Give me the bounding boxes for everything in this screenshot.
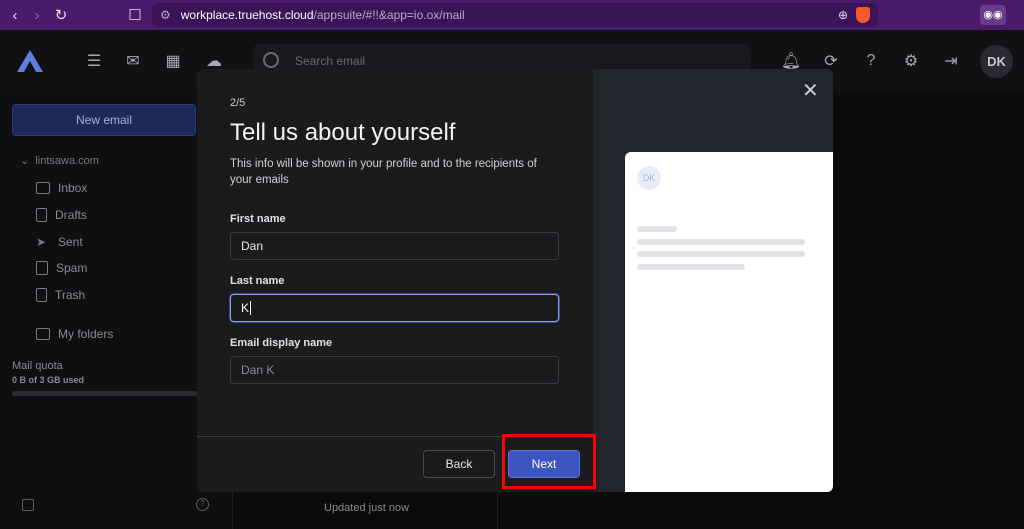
back-arrow-icon[interactable]: ‹ bbox=[4, 4, 26, 26]
drafts-icon bbox=[36, 208, 47, 222]
address-bar[interactable]: ⚙ workplace.truehost.cloud/appsuite/#!!&… bbox=[152, 3, 878, 27]
app-logo-icon[interactable] bbox=[15, 48, 45, 74]
preview-line bbox=[637, 264, 745, 270]
account-folder[interactable]: ⌄ lintsawa.com bbox=[20, 154, 99, 167]
dialog-form-pane: 2/5 Tell us about yourself This info wil… bbox=[197, 69, 593, 492]
onboarding-dialog: 2/5 Tell us about yourself This info wil… bbox=[197, 69, 833, 492]
toggle-sidebar-icon[interactable] bbox=[22, 499, 34, 511]
settings-icon[interactable]: ⚙ bbox=[900, 50, 922, 72]
sidebar-item-label: My folders bbox=[58, 327, 114, 341]
sidebar-item-drafts[interactable]: Drafts bbox=[36, 205, 87, 225]
display-name-label: Email display name bbox=[230, 337, 333, 349]
extension-icon[interactable]: ◉◉ bbox=[980, 5, 1006, 25]
help-icon[interactable]: ? bbox=[196, 498, 209, 511]
sidebar-item-label: Spam bbox=[56, 261, 88, 275]
search-placeholder: Search email bbox=[295, 54, 366, 68]
brave-shield-icon[interactable] bbox=[856, 7, 870, 23]
close-icon[interactable]: ✕ bbox=[802, 81, 819, 101]
next-button-highlight bbox=[502, 434, 596, 489]
preview-avatar: DK bbox=[637, 166, 661, 190]
display-name-field[interactable]: Dan K bbox=[230, 356, 559, 384]
browser-toolbar: ‹ › ↻ ☐ ⚙ workplace.truehost.cloud/appsu… bbox=[0, 0, 1024, 30]
step-indicator: 2/5 bbox=[230, 97, 246, 109]
search-icon bbox=[263, 52, 279, 68]
first-name-value: Dan bbox=[241, 239, 264, 253]
sidebar-item-my-folders[interactable]: My folders bbox=[36, 324, 113, 344]
trash-icon bbox=[36, 288, 47, 302]
profile-preview-card: DK bbox=[625, 152, 833, 492]
avatar[interactable]: DK bbox=[980, 45, 1013, 78]
url-host: workplace.truehost.cloud bbox=[180, 8, 314, 22]
new-email-button[interactable]: New email bbox=[12, 104, 196, 136]
folder-icon bbox=[36, 328, 50, 340]
account-label: lintsawa.com bbox=[35, 155, 99, 167]
dialog-description: This info will be shown in your profile … bbox=[230, 158, 537, 186]
site-settings-icon[interactable]: ⚙ bbox=[160, 8, 171, 22]
menu-icon[interactable]: ☰ bbox=[83, 50, 105, 72]
zoom-icon[interactable]: ⊕ bbox=[838, 8, 848, 22]
preview-line bbox=[637, 251, 805, 257]
profile-preview-pane: ✕ DK bbox=[593, 69, 833, 492]
url-path: /appsuite/#!!&app=io.ox/mail bbox=[313, 8, 465, 22]
first-name-label: First name bbox=[230, 213, 286, 225]
sidebar-item-label: Drafts bbox=[55, 208, 88, 222]
sidebar-item-spam[interactable]: Spam bbox=[36, 258, 87, 278]
reload-icon[interactable]: ↻ bbox=[50, 4, 72, 26]
quota-label: Mail quota bbox=[12, 360, 63, 372]
text-caret bbox=[250, 301, 252, 315]
calendar-icon[interactable]: ▦ bbox=[162, 50, 184, 72]
sidebar-item-trash[interactable]: Trash bbox=[36, 285, 85, 305]
inbox-icon bbox=[36, 182, 50, 194]
last-name-field[interactable]: K bbox=[230, 294, 559, 322]
mail-icon[interactable]: ✉ bbox=[122, 50, 144, 72]
logout-icon[interactable]: ⇥ bbox=[940, 50, 962, 72]
last-name-label: Last name bbox=[230, 275, 285, 287]
sidebar-item-label: Sent bbox=[58, 235, 83, 249]
forward-arrow-icon[interactable]: › bbox=[26, 4, 48, 26]
first-name-field[interactable]: Dan bbox=[230, 232, 559, 260]
sidebar-item-inbox[interactable]: Inbox bbox=[36, 178, 87, 198]
sent-icon: ➤ bbox=[36, 235, 47, 249]
display-name-placeholder: Dan K bbox=[241, 363, 275, 377]
sidebar-item-label: Trash bbox=[55, 288, 86, 302]
sidebar-item-label: Inbox bbox=[58, 181, 88, 195]
quota-value: 0 B of 3 GB used bbox=[12, 375, 85, 385]
preview-line bbox=[637, 239, 805, 245]
sidebar-item-sent[interactable]: ➤ Sent bbox=[36, 232, 83, 252]
back-button[interactable]: Back bbox=[423, 450, 495, 478]
preview-line bbox=[637, 226, 677, 232]
quota-progress-bar bbox=[12, 391, 198, 396]
last-name-value: K bbox=[241, 301, 250, 315]
update-status: Updated just now bbox=[324, 502, 409, 514]
help-icon[interactable]: ? bbox=[860, 50, 882, 72]
dialog-title: Tell us about yourself bbox=[230, 119, 456, 146]
spam-icon bbox=[36, 261, 48, 275]
bookmark-icon[interactable]: ☐ bbox=[124, 4, 146, 26]
